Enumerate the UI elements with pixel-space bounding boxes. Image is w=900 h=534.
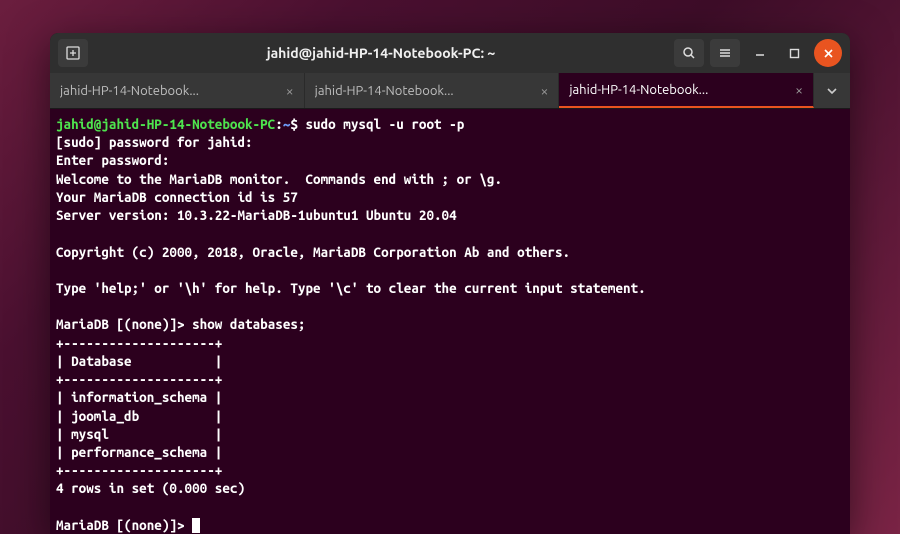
line-sudo: [sudo] password for jahid:	[56, 134, 253, 150]
tab-1[interactable]: jahid-HP-14-Notebook... ×	[50, 73, 305, 108]
table-header: | Database |	[56, 353, 222, 369]
maximize-button[interactable]	[780, 39, 808, 67]
tab-close-icon[interactable]: ×	[540, 83, 548, 99]
tabbar: jahid-HP-14-Notebook... × jahid-HP-14-No…	[50, 73, 850, 109]
minimize-button[interactable]	[746, 39, 774, 67]
prompt-sep: :	[275, 116, 283, 132]
terminal-output[interactable]: jahid@jahid-HP-14-Notebook-PC:~$ sudo my…	[50, 109, 850, 534]
cursor	[192, 518, 200, 533]
prompt-userhost: jahid@jahid-HP-14-Notebook-PC	[56, 116, 275, 132]
line-welcome: Welcome to the MariaDB monitor. Commands…	[56, 171, 502, 187]
tab-close-icon[interactable]: ×	[286, 83, 294, 99]
table-row: | performance_schema |	[56, 444, 222, 460]
menu-button[interactable]	[710, 39, 740, 67]
close-button[interactable]	[814, 39, 842, 67]
line-help: Type 'help;' or '\h' for help. Type '\c'…	[56, 280, 646, 296]
line-server: Server version: 10.3.22-MariaDB-1ubuntu1…	[56, 207, 457, 223]
command-text: sudo mysql -u root -p	[306, 116, 465, 132]
row-count: 4 rows in set (0.000 sec)	[56, 480, 245, 496]
table-border: +--------------------+	[56, 371, 222, 387]
table-row: | information_schema |	[56, 389, 222, 405]
line-enter: Enter password:	[56, 152, 169, 168]
table-row: | joomla_db |	[56, 408, 222, 424]
titlebar: jahid@jahid-HP-14-Notebook-PC: ~	[50, 33, 850, 73]
search-button[interactable]	[674, 39, 704, 67]
tab-label: jahid-HP-14-Notebook...	[315, 84, 454, 98]
window-title: jahid@jahid-HP-14-Notebook-PC: ~	[94, 45, 668, 61]
new-tab-button[interactable]	[58, 39, 88, 67]
line-copyright: Copyright (c) 2000, 2018, Oracle, MariaD…	[56, 244, 570, 260]
terminal-window: jahid@jahid-HP-14-Notebook-PC: ~ jahid-H…	[50, 33, 850, 534]
table-border: +--------------------+	[56, 462, 222, 478]
tab-label: jahid-HP-14-Notebook...	[569, 83, 708, 97]
titlebar-right	[674, 39, 842, 67]
tab-label: jahid-HP-14-Notebook...	[60, 84, 199, 98]
tab-2[interactable]: jahid-HP-14-Notebook... ×	[305, 73, 560, 108]
prompt-sigil: $	[290, 116, 298, 132]
mariadb-prompt: MariaDB [(none)]>	[56, 316, 185, 332]
line-connid: Your MariaDB connection id is 57	[56, 189, 298, 205]
mariadb-prompt: MariaDB [(none)]>	[56, 517, 185, 533]
table-row: | mysql |	[56, 426, 222, 442]
table-border: +--------------------+	[56, 335, 222, 351]
show-databases-cmd: show databases;	[192, 316, 305, 332]
tab-dropdown-button[interactable]	[814, 73, 850, 108]
tab-close-icon[interactable]: ×	[795, 82, 803, 98]
tab-3[interactable]: jahid-HP-14-Notebook... ×	[559, 73, 814, 108]
